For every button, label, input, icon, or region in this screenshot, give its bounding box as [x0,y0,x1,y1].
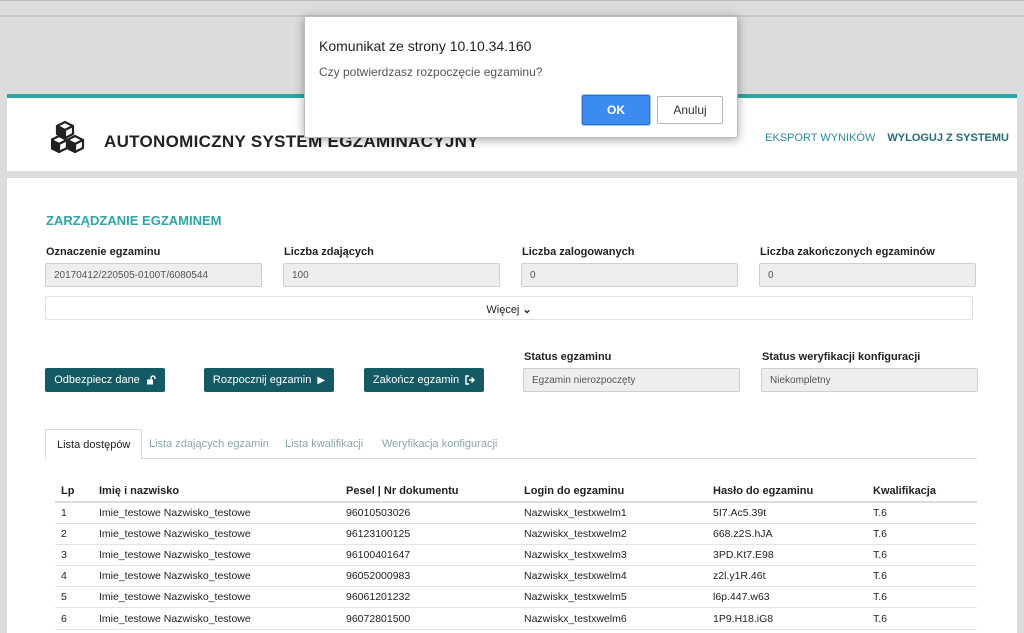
cubes-icon [51,120,85,154]
sign-out-icon [465,375,476,385]
tabs-bar: Lista dostępów Lista zdających egzamin L… [45,429,977,460]
play-icon: ▶ [317,374,326,386]
exam-management-panel: ZARZĄDZANIE EGZAMINEM Oznaczenie egzamin… [7,178,1017,633]
finish-exam-button[interactable]: Zakończ egzamin [364,368,484,392]
tab-config-verification[interactable]: Weryfikacja konfiguracji [382,429,497,459]
table-row: 1 Imie_testowe Nazwisko_testowe 96010503… [55,502,977,524]
cell-password: l6p.447.w63 [707,586,867,609]
col-login: Login do egzaminu [518,480,707,503]
backdrop-separator [0,171,1024,178]
participants-count-label: Liczba zdających [284,246,374,258]
cell-qualification: T.6 [867,544,977,567]
cell-lp: 4 [55,565,93,588]
unlock-icon [146,375,156,385]
finished-count-label: Liczba zakończonych egzaminów [760,246,935,258]
table-row: 6 Imie_testowe Nazwisko_testowe 96072801… [55,607,977,630]
cell-lp: 1 [55,502,93,524]
table-row: 4 Imie_testowe Nazwisko_testowe 96052000… [55,565,977,588]
ok-button[interactable]: OK [582,95,650,125]
cell-lp: 5 [55,586,93,609]
finished-count-field: 0 [759,263,976,287]
cell-password: 668.z2S.hJA [707,523,867,545]
cancel-button[interactable]: Anuluj [657,96,723,124]
exam-status-label: Status egzaminu [524,351,612,363]
logged-in-count-field: 0 [521,263,738,287]
cell-name: Imie_testowe Nazwisko_testowe [93,586,340,609]
top-nav: EKSPORT WYNIKÓW WYLOGUJ Z SYSTEMU [765,132,1009,144]
col-pesel: Pesel | Nr dokumentu [340,480,518,503]
cell-qualification: T.6 [867,586,977,609]
cell-qualification: T.6 [867,607,977,630]
cell-login: Nazwiskx_testxwelm3 [518,544,707,567]
logout-link[interactable]: WYLOGUJ Z SYSTEMU [887,132,1009,144]
cell-name: Imie_testowe Nazwisko_testowe [93,607,340,630]
access-table: Lp Imię i nazwisko Pesel | Nr dokumentu … [55,480,977,630]
cell-qualification: T.6 [867,502,977,524]
table-row: 3 Imie_testowe Nazwisko_testowe 96100401… [55,544,977,567]
col-password: Hasło do egzaminu [707,480,867,503]
export-results-link[interactable]: EKSPORT WYNIKÓW [765,132,875,144]
table-row: 5 Imie_testowe Nazwisko_testowe 96061201… [55,586,977,609]
cell-pesel: 96010503026 [340,502,518,524]
dialog-title: Komunikat ze strony 10.10.34.160 [319,38,532,54]
cell-qualification: T.6 [867,565,977,588]
participants-count-field: 100 [283,263,500,287]
section-title: ZARZĄDZANIE EGZAMINEM [46,213,222,228]
cell-lp: 6 [55,607,93,630]
cell-password: 1P9.H18.iG8 [707,607,867,630]
cell-pesel: 96061201232 [340,586,518,609]
cell-pesel: 96072801500 [340,607,518,630]
dialog-message: Czy potwierdzasz rozpoczęcie egzaminu? [319,65,543,79]
logged-in-count-label: Liczba zalogowanych [522,246,635,258]
chevron-down-icon: ⌄ [522,304,532,316]
col-name: Imię i nazwisko [93,480,340,503]
cell-pesel: 96100401647 [340,544,518,567]
finish-button-label: Zakończ egzamin [372,374,460,386]
config-status-label: Status weryfikacji konfiguracji [762,351,921,363]
unlock-button-label: Odbezpiecz dane [54,374,140,386]
table-header-row: Lp Imię i nazwisko Pesel | Nr dokumentu … [55,480,977,503]
cell-login: Nazwiskx_testxwelm4 [518,565,707,588]
cell-pesel: 96052000983 [340,565,518,588]
start-exam-button[interactable]: Rozpocznij egzamin ▶ [204,368,334,392]
cell-name: Imie_testowe Nazwisko_testowe [93,544,340,567]
start-button-label: Rozpocznij egzamin [212,374,312,386]
table-row: 2 Imie_testowe Nazwisko_testowe 96123100… [55,523,977,545]
cell-password: 3PD.Kt7.E98 [707,544,867,567]
more-label: Więcej [486,304,520,316]
cell-login: Nazwiskx_testxwelm1 [518,502,707,524]
cell-password: z2l.y1R.46t [707,565,867,588]
cell-password: 5I7.Ac5.39t [707,502,867,524]
cell-name: Imie_testowe Nazwisko_testowe [93,565,340,588]
cell-qualification: T.6 [867,523,977,545]
exam-id-label: Oznaczenie egzaminu [46,246,161,258]
cell-lp: 3 [55,544,93,567]
tab-qualifications-list[interactable]: Lista kwalifikacji [285,429,363,459]
tab-access-list[interactable]: Lista dostępów [45,429,143,460]
exam-id-field: 20170412/220505-0100T/6080544 [45,263,262,287]
cell-name: Imie_testowe Nazwisko_testowe [93,502,340,524]
cell-name: Imie_testowe Nazwisko_testowe [93,523,340,545]
cell-pesel: 96123100125 [340,523,518,545]
col-qualification: Kwalifikacja [867,480,977,503]
cell-login: Nazwiskx_testxwelm6 [518,607,707,630]
confirm-dialog: Komunikat ze strony 10.10.34.160 Czy pot… [304,16,738,138]
tab-examinees-list[interactable]: Lista zdających egzamin [149,429,269,459]
cell-lp: 2 [55,523,93,545]
cell-login: Nazwiskx_testxwelm5 [518,586,707,609]
col-lp: Lp [55,480,93,503]
config-status-field: Niekompletny [761,368,978,392]
more-toggle[interactable]: Więcej ⌄ [45,296,973,320]
cell-login: Nazwiskx_testxwelm2 [518,523,707,545]
unlock-data-button[interactable]: Odbezpiecz dane [45,368,165,392]
exam-status-field: Egzamin nierozpoczęty [523,368,740,392]
